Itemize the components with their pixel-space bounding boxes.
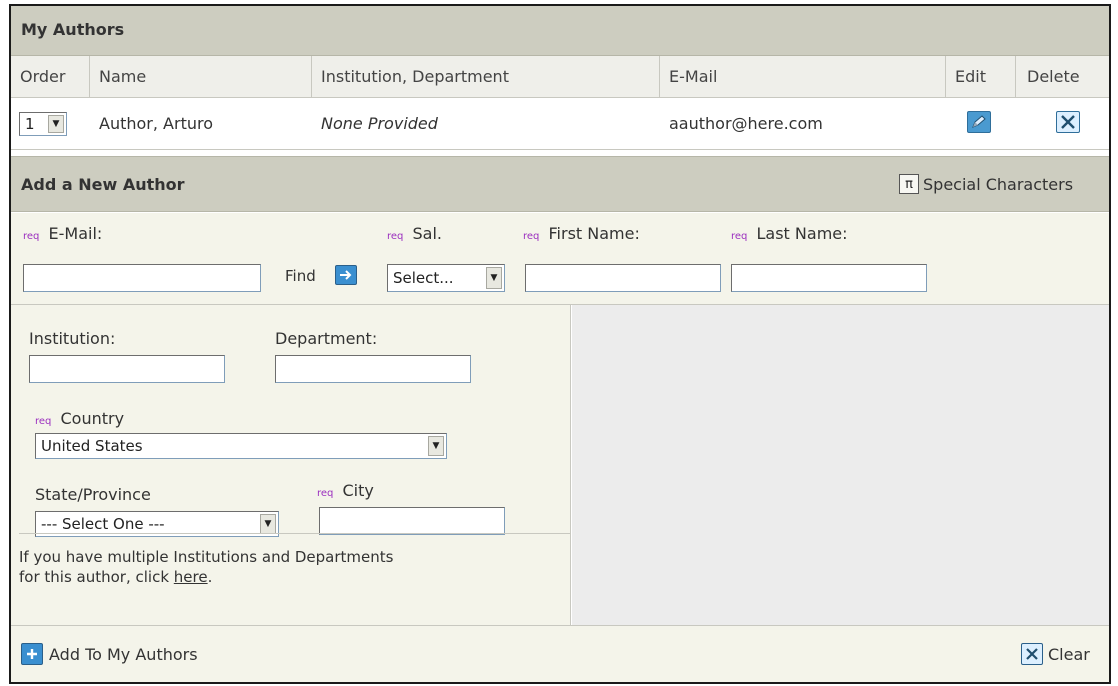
city-input[interactable] [319,507,505,535]
chevron-down-icon: ▼ [48,115,64,133]
institution-input[interactable] [29,355,225,383]
find-button[interactable] [335,265,357,285]
email-label-group: req E-Mail: [23,224,102,243]
author-institution: None Provided [321,114,438,133]
department-input[interactable] [275,355,471,383]
sal-label-group: req Sal. [387,224,442,243]
author-manager: My Authors Order Name Institution, Depar… [9,4,1111,684]
add-to-my-authors-button[interactable]: Add To My Authors [21,643,198,665]
required-marker: req [387,231,404,242]
name-email-row: req E-Mail: Find req Sal. Select... ▼ re… [11,213,1109,305]
order-select[interactable]: 1 ▼ [19,112,67,136]
delete-button[interactable] [1056,111,1080,133]
find-label: Find [285,267,316,285]
city-label: City [342,481,374,500]
add-author-header: Add a New Author π Special Characters [11,156,1109,212]
last-name-input[interactable] [731,264,927,292]
edit-button[interactable] [967,111,991,133]
required-marker: req [317,488,334,499]
plus-icon [21,643,43,665]
multi-institution-note: If you have multiple Institutions and De… [19,547,559,587]
department-label: Department: [275,329,378,348]
required-marker: req [23,231,40,242]
required-marker: req [731,231,748,242]
salutation-select[interactable]: Select... ▼ [387,264,505,292]
multi-institution-suffix: . [207,568,213,586]
country-select-value: United States [41,437,143,455]
order-select-value: 1 [25,115,35,133]
state-label: State/Province [35,485,151,504]
pi-icon: π [899,174,919,194]
special-characters-button[interactable]: π Special Characters [899,174,1073,194]
my-authors-header: My Authors [11,6,1109,56]
clear-button[interactable]: Clear [1021,643,1090,665]
section-divider [19,533,571,534]
author-name: Author, Arturo [99,114,213,133]
column-order: Order [20,67,66,86]
column-email: E-Mail [669,67,718,86]
my-authors-title: My Authors [21,20,125,39]
here-link[interactable]: here [174,568,208,586]
table-row: 1 ▼ Author, Arturo None Provided aauthor… [11,98,1109,150]
multi-institution-line2: for this author, click here. [19,567,559,587]
clear-label: Clear [1048,644,1090,664]
first-name-label: First Name: [548,224,640,243]
close-icon [1061,115,1075,129]
add-to-my-authors-label: Add To My Authors [49,644,198,664]
institution-label: Institution: [29,329,116,348]
authors-table-header: Order Name Institution, Department E-Mai… [11,56,1109,98]
special-characters-label: Special Characters [923,174,1074,194]
address-panel: Institution: Department: req Country Uni… [11,305,571,625]
add-author-title: Add a New Author [21,175,185,194]
author-email: aauthor@here.com [669,114,823,133]
email-input[interactable] [23,264,261,292]
arrow-right-icon [340,270,352,280]
required-marker: req [35,416,52,427]
last-name-label-group: req Last Name: [731,224,848,243]
column-delete: Delete [1027,67,1080,86]
email-label: E-Mail: [48,224,103,243]
state-select-value: --- Select One --- [41,515,165,533]
multi-institution-prefix: for this author, click [19,568,174,586]
country-label: Country [60,409,125,428]
first-name-label-group: req First Name: [523,224,640,243]
column-edit: Edit [955,67,986,86]
form-footer: Add To My Authors Clear [11,625,1109,682]
column-name: Name [99,67,147,86]
multi-institution-line1: If you have multiple Institutions and De… [19,548,394,566]
right-empty-panel [572,305,1109,625]
close-icon [1021,643,1043,665]
sal-label: Sal. [412,224,443,243]
last-name-label: Last Name: [756,224,848,243]
chevron-down-icon: ▼ [260,514,276,534]
chevron-down-icon: ▼ [486,267,502,289]
city-label-group: req City [317,481,374,500]
required-marker: req [523,231,540,242]
column-institution: Institution, Department [321,67,509,86]
pencil-icon [972,115,986,128]
salutation-select-value: Select... [393,269,454,287]
chevron-down-icon: ▼ [428,436,444,456]
first-name-input[interactable] [525,264,721,292]
country-label-group: req Country [35,409,124,428]
country-select[interactable]: United States ▼ [35,433,447,459]
